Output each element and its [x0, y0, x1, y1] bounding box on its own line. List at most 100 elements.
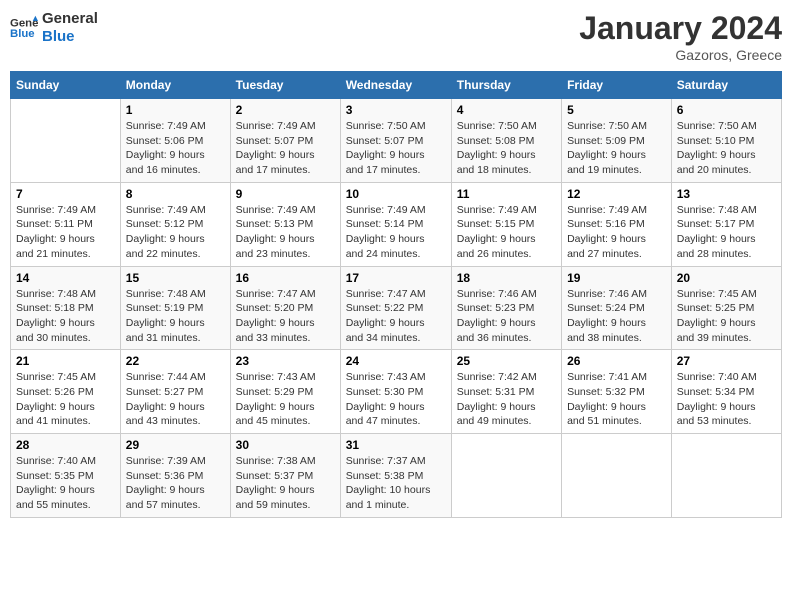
calendar-cell	[671, 434, 781, 518]
day-number: 23	[236, 354, 335, 368]
day-number: 27	[677, 354, 776, 368]
calendar-cell: 21 Sunrise: 7:45 AM Sunset: 5:26 PM Dayli…	[11, 350, 121, 434]
day-number: 4	[457, 103, 556, 117]
day-info: Sunrise: 7:45 AM Sunset: 5:26 PM Dayligh…	[16, 370, 115, 429]
day-info: Sunrise: 7:47 AM Sunset: 5:20 PM Dayligh…	[236, 287, 335, 346]
day-number: 14	[16, 271, 115, 285]
day-number: 24	[346, 354, 446, 368]
calendar-cell: 14Sunrise: 7:48 AM Sunset: 5:18 PM Dayli…	[11, 266, 121, 350]
calendar-cell: 22Sunrise: 7:44 AM Sunset: 5:27 PM Dayli…	[120, 350, 230, 434]
day-number: 11	[457, 187, 556, 201]
day-info: Sunrise: 7:41 AM Sunset: 5:32 PM Dayligh…	[567, 370, 666, 429]
col-friday: Friday	[562, 72, 672, 99]
day-info: Sunrise: 7:49 AM Sunset: 5:16 PM Dayligh…	[567, 203, 666, 262]
page-header: General Blue General Blue January 2024 G…	[10, 10, 782, 63]
calendar-table: Sunday Monday Tuesday Wednesday Thursday…	[10, 71, 782, 518]
calendar-week-1: 1 Sunrise: 7:49 AM Sunset: 5:06 PM Daylig…	[11, 99, 782, 183]
calendar-cell: 20 Sunrise: 7:45 AM Sunset: 5:25 PM Dayli…	[671, 266, 781, 350]
calendar-cell: 25 Sunrise: 7:42 AM Sunset: 5:31 PM Dayli…	[451, 350, 561, 434]
day-number: 26	[567, 354, 666, 368]
day-info: Sunrise: 7:38 AM Sunset: 5:37 PM Dayligh…	[236, 454, 335, 513]
day-info: Sunrise: 7:47 AM Sunset: 5:22 PM Dayligh…	[346, 287, 446, 346]
calendar-week-2: 7Sunrise: 7:49 AM Sunset: 5:11 PM Daylig…	[11, 182, 782, 266]
calendar-body: 1 Sunrise: 7:49 AM Sunset: 5:06 PM Daylig…	[11, 99, 782, 518]
day-number: 25	[457, 354, 556, 368]
col-monday: Monday	[120, 72, 230, 99]
day-number: 15	[126, 271, 225, 285]
col-saturday: Saturday	[671, 72, 781, 99]
calendar-cell: 16 Sunrise: 7:47 AM Sunset: 5:20 PM Dayli…	[230, 266, 340, 350]
col-tuesday: Tuesday	[230, 72, 340, 99]
calendar-cell: 4 Sunrise: 7:50 AM Sunset: 5:08 PM Daylig…	[451, 99, 561, 183]
day-number: 3	[346, 103, 446, 117]
calendar-cell: 2 Sunrise: 7:49 AM Sunset: 5:07 PM Daylig…	[230, 99, 340, 183]
calendar-cell: 29 Sunrise: 7:39 AM Sunset: 5:36 PM Dayli…	[120, 434, 230, 518]
day-info: Sunrise: 7:49 AM Sunset: 5:06 PM Dayligh…	[126, 119, 225, 178]
logo-icon: General Blue	[10, 14, 38, 42]
day-number: 17	[346, 271, 446, 285]
day-info: Sunrise: 7:45 AM Sunset: 5:25 PM Dayligh…	[677, 287, 776, 346]
day-number: 20	[677, 271, 776, 285]
calendar-cell	[451, 434, 561, 518]
day-info: Sunrise: 7:50 AM Sunset: 5:10 PM Dayligh…	[677, 119, 776, 178]
calendar-cell: 28 Sunrise: 7:40 AM Sunset: 5:35 PM Dayli…	[11, 434, 121, 518]
logo: General Blue General Blue	[10, 10, 98, 46]
calendar-cell: 23Sunrise: 7:43 AM Sunset: 5:29 PM Dayli…	[230, 350, 340, 434]
day-number: 29	[126, 438, 225, 452]
day-number: 13	[677, 187, 776, 201]
day-info: Sunrise: 7:48 AM Sunset: 5:17 PM Dayligh…	[677, 203, 776, 262]
calendar-cell	[562, 434, 672, 518]
calendar-cell: 3Sunrise: 7:50 AM Sunset: 5:07 PM Daylig…	[340, 99, 451, 183]
location: Gazoros, Greece	[579, 47, 782, 63]
day-info: Sunrise: 7:49 AM Sunset: 5:14 PM Dayligh…	[346, 203, 446, 262]
svg-text:Blue: Blue	[10, 28, 35, 40]
calendar-cell: 5Sunrise: 7:50 AM Sunset: 5:09 PM Daylig…	[562, 99, 672, 183]
day-number: 22	[126, 354, 225, 368]
day-number: 19	[567, 271, 666, 285]
calendar-cell: 1 Sunrise: 7:49 AM Sunset: 5:06 PM Daylig…	[120, 99, 230, 183]
day-info: Sunrise: 7:39 AM Sunset: 5:36 PM Dayligh…	[126, 454, 225, 513]
col-sunday: Sunday	[11, 72, 121, 99]
day-number: 1	[126, 103, 225, 117]
day-number: 12	[567, 187, 666, 201]
calendar-cell	[11, 99, 121, 183]
title-block: January 2024 Gazoros, Greece	[579, 10, 782, 63]
calendar-cell: 6 Sunrise: 7:50 AM Sunset: 5:10 PM Daylig…	[671, 99, 781, 183]
col-wednesday: Wednesday	[340, 72, 451, 99]
day-info: Sunrise: 7:48 AM Sunset: 5:19 PM Dayligh…	[126, 287, 225, 346]
day-info: Sunrise: 7:46 AM Sunset: 5:24 PM Dayligh…	[567, 287, 666, 346]
calendar-cell: 13 Sunrise: 7:48 AM Sunset: 5:17 PM Dayli…	[671, 182, 781, 266]
day-number: 2	[236, 103, 335, 117]
logo-line1: General	[42, 10, 98, 28]
calendar-cell: 17 Sunrise: 7:47 AM Sunset: 5:22 PM Dayli…	[340, 266, 451, 350]
day-number: 7	[16, 187, 115, 201]
day-info: Sunrise: 7:46 AM Sunset: 5:23 PM Dayligh…	[457, 287, 556, 346]
day-info: Sunrise: 7:49 AM Sunset: 5:15 PM Dayligh…	[457, 203, 556, 262]
calendar-cell: 11 Sunrise: 7:49 AM Sunset: 5:15 PM Dayli…	[451, 182, 561, 266]
header-row: Sunday Monday Tuesday Wednesday Thursday…	[11, 72, 782, 99]
day-number: 10	[346, 187, 446, 201]
day-info: Sunrise: 7:49 AM Sunset: 5:12 PM Dayligh…	[126, 203, 225, 262]
calendar-cell: 19 Sunrise: 7:46 AM Sunset: 5:24 PM Dayli…	[562, 266, 672, 350]
col-thursday: Thursday	[451, 72, 561, 99]
calendar-cell: 8 Sunrise: 7:49 AM Sunset: 5:12 PM Daylig…	[120, 182, 230, 266]
day-number: 31	[346, 438, 446, 452]
day-number: 6	[677, 103, 776, 117]
day-number: 9	[236, 187, 335, 201]
day-info: Sunrise: 7:50 AM Sunset: 5:08 PM Dayligh…	[457, 119, 556, 178]
month-title: January 2024	[579, 10, 782, 47]
day-number: 8	[126, 187, 225, 201]
day-number: 28	[16, 438, 115, 452]
calendar-cell: 30Sunrise: 7:38 AM Sunset: 5:37 PM Dayli…	[230, 434, 340, 518]
day-info: Sunrise: 7:40 AM Sunset: 5:34 PM Dayligh…	[677, 370, 776, 429]
calendar-cell: 27 Sunrise: 7:40 AM Sunset: 5:34 PM Dayli…	[671, 350, 781, 434]
day-info: Sunrise: 7:40 AM Sunset: 5:35 PM Dayligh…	[16, 454, 115, 513]
day-info: Sunrise: 7:49 AM Sunset: 5:07 PM Dayligh…	[236, 119, 335, 178]
calendar-header: Sunday Monday Tuesday Wednesday Thursday…	[11, 72, 782, 99]
day-number: 16	[236, 271, 335, 285]
calendar-week-5: 28 Sunrise: 7:40 AM Sunset: 5:35 PM Dayli…	[11, 434, 782, 518]
day-number: 21	[16, 354, 115, 368]
calendar-cell: 15 Sunrise: 7:48 AM Sunset: 5:19 PM Dayli…	[120, 266, 230, 350]
day-info: Sunrise: 7:50 AM Sunset: 5:09 PM Dayligh…	[567, 119, 666, 178]
day-info: Sunrise: 7:42 AM Sunset: 5:31 PM Dayligh…	[457, 370, 556, 429]
